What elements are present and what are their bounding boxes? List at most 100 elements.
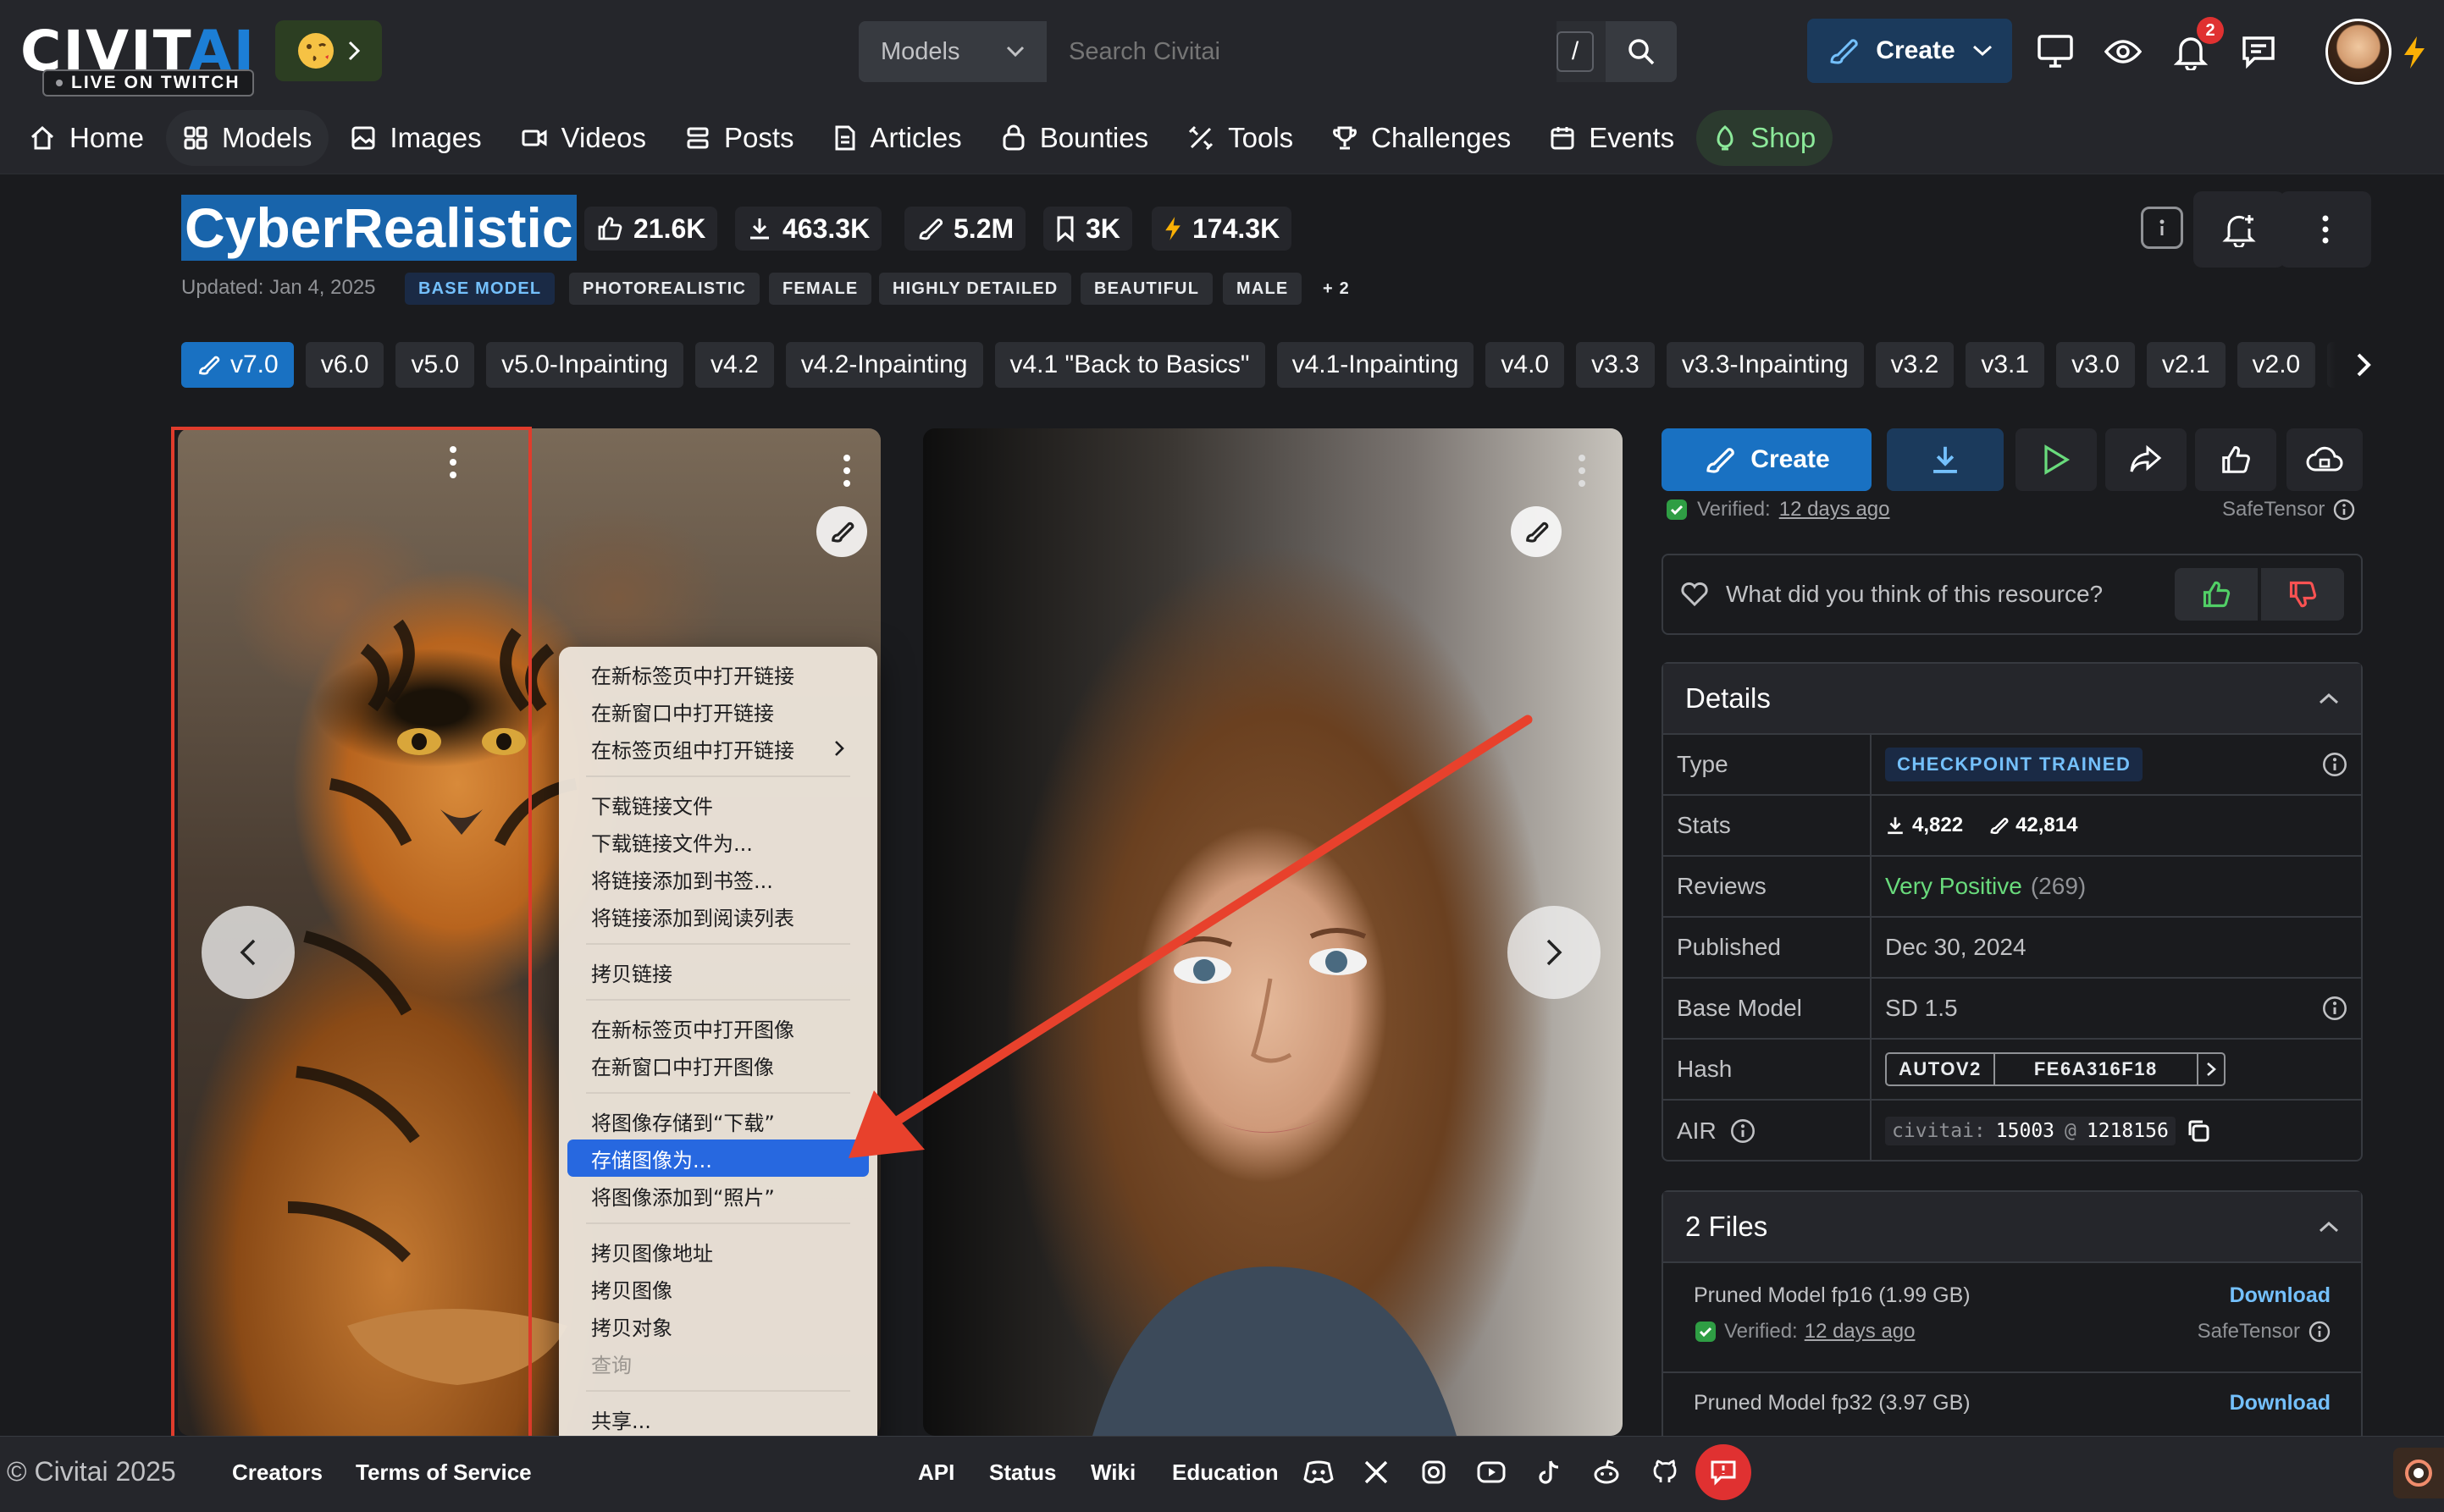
nav-events[interactable]: Events <box>1533 110 1691 166</box>
buzz-stat[interactable]: 174.3K <box>1152 207 1292 251</box>
version-tab-active[interactable]: v7.0 <box>181 342 294 388</box>
version-tab[interactable]: v2.1 <box>2146 342 2226 388</box>
footer-link-api[interactable]: API <box>918 1460 954 1486</box>
remix-button[interactable] <box>816 506 867 557</box>
version-tab[interactable]: v6.0 <box>305 342 384 388</box>
chat-button[interactable] <box>2236 29 2281 74</box>
feedback-chat-button[interactable] <box>1695 1444 1751 1500</box>
menu-copy-image-address[interactable]: 拷贝图像地址 <box>567 1233 869 1270</box>
version-tab[interactable]: v4.0 <box>1485 342 1565 388</box>
verified-date-link[interactable]: 12 days ago <box>1805 1320 1916 1344</box>
nav-tools[interactable]: Tools <box>1170 110 1310 166</box>
remix-button[interactable] <box>1511 506 1562 557</box>
user-avatar[interactable] <box>2325 19 2391 85</box>
instagram-icon[interactable] <box>1418 1456 1450 1488</box>
reddit-icon[interactable] <box>1590 1456 1623 1488</box>
version-tab[interactable]: v4.1-Inpainting <box>1276 342 1474 388</box>
tag[interactable]: MALE <box>1223 273 1302 305</box>
menu-share[interactable]: 共享... <box>567 1400 869 1438</box>
nav-home[interactable]: Home <box>12 110 161 166</box>
footer-link-creators[interactable]: Creators <box>232 1460 323 1486</box>
version-tab[interactable]: v3.2 <box>1875 342 1955 388</box>
thumbs-down-review-button[interactable] <box>2261 568 2344 621</box>
github-icon[interactable] <box>1648 1456 1680 1488</box>
reviews-link[interactable]: Very Positive (269) <box>1872 857 2361 916</box>
support-widget-button[interactable] <box>2393 1448 2444 1498</box>
info-icon[interactable] <box>2333 499 2355 521</box>
nav-shop[interactable]: Shop <box>1696 110 1833 166</box>
content-filter-button[interactable] <box>2100 29 2146 74</box>
version-tab[interactable]: v2.0 <box>2237 342 2316 388</box>
emoji-menu-button[interactable] <box>275 20 382 81</box>
tag[interactable]: PHOTOREALISTIC <box>569 273 760 305</box>
nav-bounties[interactable]: Bounties <box>984 110 1165 166</box>
create-with-model-button[interactable]: Create <box>1662 428 1872 491</box>
version-tab[interactable]: v5.0-Inpainting <box>486 342 683 388</box>
menu-copy-image[interactable]: 拷贝图像 <box>567 1270 869 1307</box>
version-tab[interactable]: v3.1 <box>1966 342 2045 388</box>
x-twitter-icon[interactable] <box>1360 1456 1392 1488</box>
tag[interactable]: FEMALE <box>769 273 872 305</box>
search-button[interactable] <box>1606 21 1677 82</box>
footer-link-education[interactable]: Education <box>1172 1460 1279 1486</box>
footer-link-wiki[interactable]: Wiki <box>1091 1460 1136 1486</box>
desktop-app-button[interactable] <box>2032 29 2078 74</box>
file-download-link[interactable]: Download <box>2230 1391 2331 1415</box>
menu-copy-object[interactable]: 拷贝对象 <box>567 1307 869 1344</box>
nav-images[interactable]: Images <box>334 110 498 166</box>
more-options-button[interactable] <box>2280 191 2371 268</box>
download-button[interactable] <box>1887 428 2004 491</box>
info-icon[interactable] <box>2309 1321 2331 1343</box>
notify-button[interactable] <box>2193 191 2285 268</box>
footer-link-status[interactable]: Status <box>989 1460 1056 1486</box>
file-download-link[interactable]: Download <box>2230 1283 2331 1308</box>
menu-open-link-new-tab[interactable]: 在新标签页中打开链接 <box>567 655 869 693</box>
version-tab[interactable]: v4.1 "Back to Basics" <box>994 342 1265 388</box>
thumbs-up-review-button[interactable] <box>2175 568 2258 621</box>
tools-icon <box>1189 125 1214 151</box>
bookmarks-stat[interactable]: 3K <box>1043 207 1132 251</box>
share-button[interactable] <box>2105 428 2187 491</box>
youtube-icon[interactable] <box>1475 1456 1507 1488</box>
version-tab[interactable]: v5.0 <box>395 342 475 388</box>
tag[interactable]: HIGHLY DETAILED <box>879 273 1072 305</box>
discord-icon[interactable] <box>1302 1456 1335 1488</box>
info-icon[interactable] <box>2322 996 2347 1021</box>
info-icon[interactable] <box>2322 752 2347 777</box>
likes-stat[interactable]: 21.6K <box>584 207 718 251</box>
hash-widget[interactable]: AUTOV2 FE6A316F18 <box>1885 1052 2226 1086</box>
version-tab[interactable]: v4.2-Inpainting <box>785 342 983 388</box>
row-label: Hash <box>1663 1040 1872 1099</box>
image-options-button[interactable] <box>830 445 864 496</box>
more-tags[interactable]: + 2 <box>1309 273 1363 305</box>
live-on-twitch-badge[interactable]: LIVE ON TWITCH <box>42 69 254 97</box>
nav-models[interactable]: Models <box>166 110 329 166</box>
nav-challenges[interactable]: Challenges <box>1315 110 1528 166</box>
nav-videos[interactable]: Videos <box>504 110 663 166</box>
search-scope-select[interactable]: Models <box>859 21 1047 82</box>
search-input[interactable] <box>1047 21 1557 82</box>
image-options-button[interactable] <box>1565 445 1599 496</box>
copy-icon[interactable] <box>2186 1118 2211 1144</box>
tag-base-model[interactable]: BASE MODEL <box>405 273 556 305</box>
play-button[interactable] <box>2015 428 2097 491</box>
cloud-upload-button[interactable] <box>2286 428 2363 491</box>
details-header[interactable]: Details <box>1663 664 2361 735</box>
nav-articles[interactable]: Articles <box>816 110 979 166</box>
version-tab[interactable]: v4.2 <box>694 342 774 388</box>
nav-posts[interactable]: Posts <box>668 110 811 166</box>
verified-date-link[interactable]: 12 days ago <box>1779 498 1890 521</box>
tag[interactable]: BEAUTIFUL <box>1081 273 1214 305</box>
info-button[interactable] <box>2141 207 2183 249</box>
like-button[interactable] <box>2195 428 2276 491</box>
buzz-button[interactable] <box>2402 34 2436 71</box>
version-tab[interactable]: v3.3 <box>1576 342 1655 388</box>
files-header[interactable]: 2 Files <box>1663 1192 2361 1263</box>
versions-scroll-right[interactable] <box>2312 342 2371 388</box>
version-tab[interactable]: v3.3-Inpainting <box>1666 342 1864 388</box>
footer-link-terms[interactable]: Terms of Service <box>356 1460 532 1486</box>
version-tab[interactable]: v3.0 <box>2056 342 2135 388</box>
info-icon[interactable] <box>1730 1118 1756 1144</box>
tiktok-icon[interactable] <box>1533 1456 1565 1488</box>
create-button[interactable]: Create <box>1807 19 2012 83</box>
